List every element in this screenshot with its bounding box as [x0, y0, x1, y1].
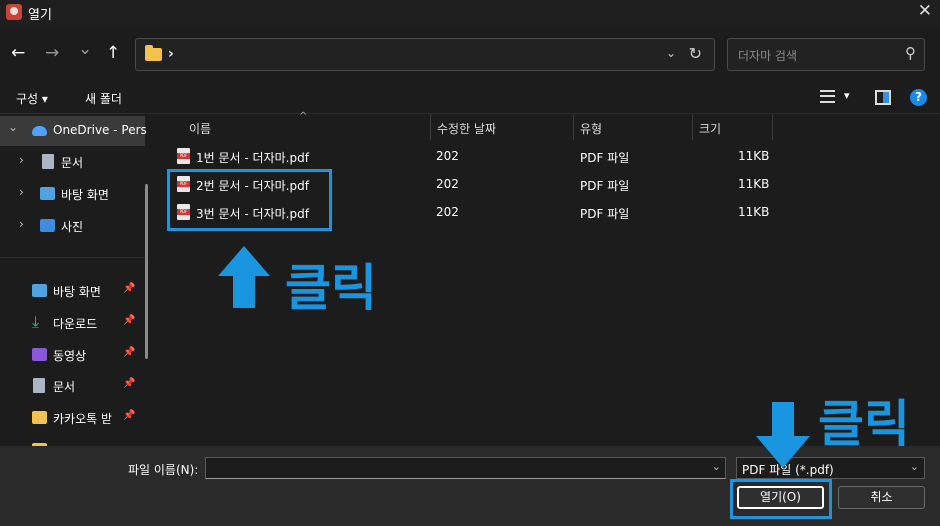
app-icon — [6, 4, 22, 20]
file-name: 1번 문서 - 더자마.pdf — [196, 151, 309, 165]
file-type: PDF 파일 — [580, 207, 630, 221]
search-box[interactable]: 더자마 검색 ⚲ — [727, 38, 925, 71]
chevron-down-icon[interactable]: ⌄ — [712, 460, 721, 473]
sidebar-item-label: OneDrive - Pers — [53, 123, 147, 137]
column-header-label: 유형 — [580, 122, 603, 136]
back-arrow-icon[interactable]: ← — [11, 43, 25, 63]
sidebar-item-partial[interactable] — [0, 435, 145, 446]
sidebar-scrollbar[interactable] — [145, 184, 148, 359]
column-header-date[interactable]: 수정한 날짜 — [431, 114, 574, 140]
down-arrow-annotation-icon — [756, 402, 810, 468]
search-placeholder[interactable]: 더자마 검색 — [738, 47, 797, 64]
file-modified: 202 — [436, 149, 459, 163]
selection-highlight-box — [167, 169, 332, 231]
help-icon[interactable]: ? — [910, 89, 927, 106]
file-type: PDF 파일 — [580, 151, 630, 165]
pdf-file-icon — [177, 148, 190, 164]
view-dropdown-icon[interactable]: ▾ — [844, 89, 850, 102]
preview-pane-icon[interactable] — [875, 90, 891, 105]
pin-icon[interactable]: 📌 — [123, 315, 135, 326]
pin-icon[interactable]: 📌 — [123, 347, 135, 358]
sort-ascending-icon: ^ — [299, 111, 308, 122]
file-size: 11KB — [738, 205, 770, 219]
file-modified: 202 — [436, 205, 459, 219]
up-arrow-icon[interactable]: ↑ — [106, 43, 120, 63]
up-arrow-annotation-icon — [218, 246, 270, 308]
sidebar-item-quick-documents[interactable]: 문서 📌 — [0, 371, 145, 401]
download-icon: ⤓ — [32, 312, 40, 331]
cancel-button[interactable]: 취소 — [838, 486, 925, 509]
search-icon[interactable]: ⚲ — [905, 44, 916, 62]
sidebar-item-label: 바탕 화면 — [61, 188, 109, 202]
folder-icon — [32, 411, 47, 424]
sidebar-item-label: 바탕 화면 — [53, 285, 101, 299]
file-size: 11KB — [738, 177, 770, 191]
open-button-highlight-box — [730, 479, 832, 519]
refresh-icon[interactable]: ↻ — [689, 44, 702, 63]
title-bar: 열기 ✕ — [0, 0, 940, 26]
sidebar-item-onedrive[interactable]: ⌄ OneDrive - Pers — [0, 116, 147, 146]
chevron-right-icon[interactable]: › — [19, 217, 24, 231]
new-folder-button[interactable]: 새 폴더 — [85, 90, 122, 107]
address-dropdown-icon[interactable]: ⌄ — [666, 46, 676, 60]
sidebar-item-kakaotalk[interactable]: 카카오톡 받 📌 — [0, 403, 145, 433]
desktop-icon — [40, 187, 55, 200]
photo-icon — [40, 219, 55, 232]
pin-icon[interactable]: 📌 — [123, 378, 135, 389]
sidebar-item-documents[interactable]: › 문서 — [0, 147, 145, 177]
sidebar-item-downloads[interactable]: ⤓ 다운로드 📌 — [0, 308, 145, 338]
address-bar[interactable]: › ⌄ ↻ — [135, 38, 715, 71]
close-icon[interactable]: ✕ — [918, 1, 932, 21]
filename-field[interactable]: ⌄ — [205, 457, 726, 479]
filename-input[interactable] — [208, 460, 698, 476]
sidebar-item-quick-desktop[interactable]: 바탕 화면 📌 — [0, 276, 145, 306]
sidebar-item-label: 사진 — [61, 220, 84, 234]
desktop-icon — [32, 284, 47, 297]
chevron-right-icon[interactable]: › — [19, 153, 24, 167]
pin-icon[interactable]: 📌 — [123, 283, 135, 294]
sidebar-item-label: 다운로드 — [53, 317, 98, 331]
sidebar-item-desktop[interactable]: › 바탕 화면 — [0, 179, 145, 209]
cloud-icon — [32, 126, 47, 136]
document-icon — [42, 154, 54, 169]
organize-menu[interactable]: 구성 ▾ — [16, 90, 48, 107]
sidebar-item-label: 문서 — [61, 156, 84, 170]
window-title: 열기 — [28, 8, 52, 23]
column-header-size[interactable]: 크기 — [693, 114, 773, 140]
chevron-down-icon[interactable]: ⌄ — [910, 460, 919, 473]
navigation-bar: ← → ⌄ ↑ › ⌄ ↻ 더자마 검색 ⚲ — [0, 26, 940, 82]
column-header-type[interactable]: 유형 — [574, 114, 693, 140]
breadcrumb-separator[interactable]: › — [168, 46, 174, 62]
file-row[interactable]: 1번 문서 - 더자마.pdf 202 PDF 파일 11KB — [167, 144, 787, 170]
document-icon — [33, 378, 45, 393]
sidebar-divider — [0, 257, 145, 258]
click-annotation-text: 클릭 — [285, 259, 377, 317]
column-header-label: 크기 — [699, 122, 722, 136]
sidebar-item-label: 문서 — [53, 380, 76, 394]
sidebar-item-label: 카카오톡 받 — [53, 412, 113, 426]
navigation-pane: ⌄ OneDrive - Pers › 문서 › 바탕 화면 › 사진 바탕 화… — [0, 114, 150, 446]
sidebar-item-label: 동영상 — [53, 349, 87, 363]
chevron-down-icon[interactable]: ⌄ — [8, 120, 18, 134]
video-icon — [32, 348, 47, 361]
filename-label: 파일 이름(N): — [128, 463, 199, 477]
chevron-right-icon[interactable]: › — [19, 185, 24, 199]
column-header-name[interactable]: 이름 ^ — [183, 111, 431, 140]
file-type: PDF 파일 — [580, 179, 630, 193]
pin-icon[interactable]: 📌 — [123, 410, 135, 421]
command-bar: 구성 ▾ 새 폴더 ▾ ? — [0, 82, 940, 114]
folder-icon — [145, 45, 162, 61]
column-header-label: 수정한 날짜 — [437, 122, 497, 136]
recent-locations-chevron-icon[interactable]: ⌄ — [78, 39, 92, 59]
file-modified: 202 — [436, 177, 459, 191]
view-options-icon[interactable] — [820, 90, 835, 103]
column-header-label: 이름 — [189, 122, 212, 136]
forward-arrow-icon[interactable]: → — [45, 43, 59, 63]
sidebar-item-pictures[interactable]: › 사진 — [0, 211, 145, 241]
file-size: 11KB — [738, 149, 770, 163]
sidebar-item-videos[interactable]: 동영상 📌 — [0, 340, 145, 370]
